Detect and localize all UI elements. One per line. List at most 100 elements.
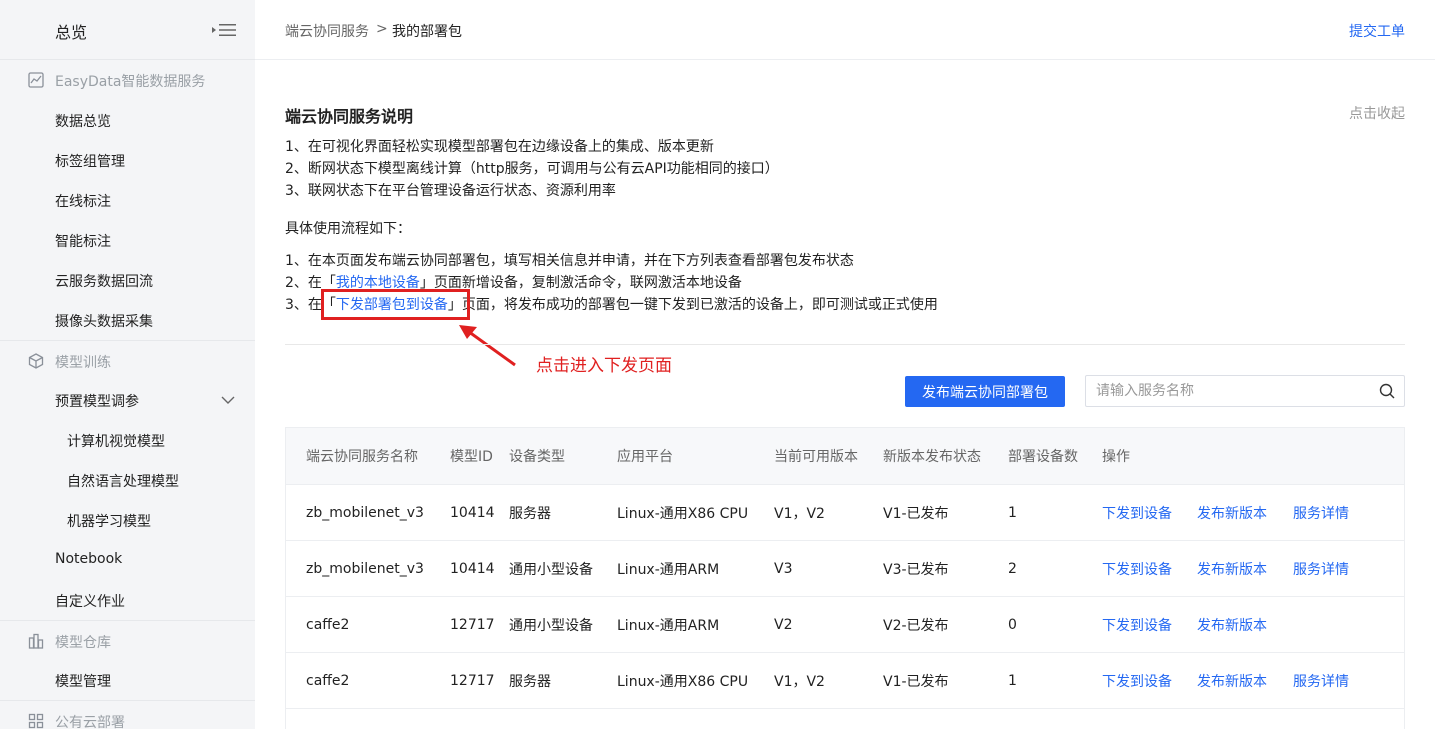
service-search-input[interactable] xyxy=(1096,382,1366,400)
publish-new-version-button[interactable]: 发布新版本 xyxy=(1197,671,1267,691)
column-header: 应用平台 xyxy=(617,449,673,465)
table-row: zb_mobilenet_v3 10414 服务器 Linux-通用X86 CP… xyxy=(286,485,1404,541)
sidebar-title[interactable]: 总览 xyxy=(55,19,87,43)
sidebar-item-notebook[interactable]: Notebook xyxy=(0,540,255,580)
sidebar-item-smart-annotation[interactable]: 智能标注 xyxy=(0,220,255,260)
feature-line-2: 2、断网状态下模型离线计算（http服务，可调用与公有云API功能相同的接口） xyxy=(285,161,779,177)
annotation-text: 点击进入下发页面 xyxy=(536,356,672,376)
cell-model-id: 12717 xyxy=(450,672,495,689)
cell-platform: Linux-通用ARM xyxy=(617,617,720,634)
column-header: 设备类型 xyxy=(509,449,565,465)
flow-title: 具体使用流程如下： xyxy=(285,221,411,237)
flow-step-1: 1、在本页面发布端云协同部署包，填写相关信息并申请，并在下方列表查看部署包发布状… xyxy=(285,253,854,269)
publish-new-version-button[interactable]: 发布新版本 xyxy=(1197,559,1267,579)
cell-service-name: zb_mobilenet_v3 xyxy=(306,504,424,521)
sidebar-item-camera-collect[interactable]: 摄像头数据采集 xyxy=(0,300,255,340)
sidebar-group-label: 模型仓库 xyxy=(55,635,111,651)
deploy-to-device-button[interactable]: 下发到设备 xyxy=(1102,615,1172,635)
sidebar-item-custom-job[interactable]: 自定义作业 xyxy=(0,580,255,620)
annotation-arrow-icon xyxy=(459,325,516,367)
cell-status: V2-已发布 xyxy=(883,617,949,634)
cell-device-count: 0 xyxy=(1008,616,1017,633)
cell-version: V2 xyxy=(774,616,793,633)
breadcrumb-separator: > xyxy=(376,21,388,37)
cloud-deploy-icon xyxy=(28,713,44,729)
publish-new-version-button[interactable]: 发布新版本 xyxy=(1197,503,1267,523)
sidebar-header: 总览 xyxy=(0,0,255,60)
feature-line-1: 1、在可视化界面轻松实现模型部署包在边缘设备上的集成、版本更新 xyxy=(285,139,714,155)
cell-status: V1-已发布 xyxy=(883,505,949,522)
sidebar-item-ml-model[interactable]: 机器学习模型 xyxy=(0,500,255,540)
intro-title: 端云协同服务说明 xyxy=(285,107,414,126)
cell-platform: Linux-通用ARM xyxy=(617,561,720,578)
table-row: zb_mobilenet_v3 10414 通用小型设备 Linux-通用ARM… xyxy=(286,541,1404,597)
column-header: 端云协同服务名称 xyxy=(306,449,418,465)
sidebar: 总览 EasyData智能数据服务 数据总览 标签组管理 在线标注 智能标注 云… xyxy=(0,0,255,729)
cell-version: V1，V2 xyxy=(774,673,825,690)
column-header: 模型ID xyxy=(450,449,493,465)
column-header: 当前可用版本 xyxy=(774,449,858,465)
sidebar-item-nlp-model[interactable]: 自然语言处理模型 xyxy=(0,460,255,500)
cell-status: V3-已发布 xyxy=(883,561,949,578)
sidebar-group-easydata[interactable]: EasyData智能数据服务 xyxy=(0,60,255,100)
sidebar-item-preset-tuning[interactable]: 预置模型调参 xyxy=(0,380,255,420)
sidebar-group-label: EasyData智能数据服务 xyxy=(55,74,206,90)
cell-version: V1，V2 xyxy=(774,505,825,522)
sidebar-item-label-group[interactable]: 标签组管理 xyxy=(0,140,255,180)
sidebar-item-data-return[interactable]: 云服务数据回流 xyxy=(0,260,255,300)
deploy-to-device-button[interactable]: 下发到设备 xyxy=(1102,559,1172,579)
cell-service-name: caffe2 xyxy=(306,616,350,633)
sidebar-item-model-management[interactable]: 模型管理 xyxy=(0,660,255,700)
sidebar-item-cv-model[interactable]: 计算机视觉模型 xyxy=(0,420,255,460)
sidebar-group-training[interactable]: 模型训练 xyxy=(0,340,255,380)
search-icon[interactable] xyxy=(1379,383,1395,399)
cell-version: V3 xyxy=(774,560,793,577)
feature-line-3: 3、联网状态下在平台管理设备运行状态、资源利用率 xyxy=(285,183,616,199)
top-bar: 端云协同服务 > 我的部署包 提交工单 xyxy=(255,0,1435,60)
cell-model-id: 10414 xyxy=(450,560,495,577)
cell-device-count: 1 xyxy=(1008,672,1017,689)
warehouse-icon xyxy=(28,633,44,649)
deploy-to-device-button[interactable]: 下发到设备 xyxy=(1102,671,1172,691)
main-content: 端云协同服务 > 我的部署包 提交工单 端云协同服务说明 点击收起 1、在可视化… xyxy=(255,0,1435,729)
table-header: 端云协同服务名称 模型ID 设备类型 应用平台 当前可用版本 新版本发布状态 部… xyxy=(286,428,1404,485)
breadcrumb-current: 我的部署包 xyxy=(392,24,462,40)
deploy-to-device-button[interactable]: 下发到设备 xyxy=(1102,503,1172,523)
cube-icon xyxy=(28,353,44,369)
service-details-button[interactable]: 服务详情 xyxy=(1293,503,1349,523)
cell-device-type: 通用小型设备 xyxy=(509,561,593,578)
cell-platform: Linux-通用X86 CPU xyxy=(617,505,749,522)
breadcrumb-parent[interactable]: 端云协同服务 xyxy=(285,21,369,41)
sidebar-group-model-repo[interactable]: 模型仓库 xyxy=(0,620,255,660)
service-details-button[interactable]: 服务详情 xyxy=(1293,671,1349,691)
sidebar-group-label: 公有云部署 xyxy=(55,715,125,729)
table-row xyxy=(286,709,1404,729)
cell-device-type: 通用小型设备 xyxy=(509,617,593,634)
column-header: 部署设备数 xyxy=(1008,449,1078,465)
cell-platform: Linux-通用X86 CPU xyxy=(617,673,749,690)
service-details-button[interactable]: 服务详情 xyxy=(1293,559,1349,579)
table-row: caffe2 12717 通用小型设备 Linux-通用ARM V2 V2-已发… xyxy=(286,597,1404,653)
publish-package-button[interactable]: 发布端云协同部署包 xyxy=(905,376,1065,407)
cell-device-type: 服务器 xyxy=(509,673,551,690)
cell-device-count: 1 xyxy=(1008,504,1017,521)
cell-model-id: 12717 xyxy=(450,616,495,633)
collapse-menu-icon[interactable] xyxy=(212,22,236,38)
step3-suffix: 」页面，将发布成功的部署包一键下发到已激活的设备上，即可测试或正式使用 xyxy=(447,297,938,313)
column-header: 操作 xyxy=(1102,449,1130,465)
sidebar-item-data-overview[interactable]: 数据总览 xyxy=(0,100,255,140)
cell-service-name: zb_mobilenet_v3 xyxy=(306,560,424,577)
table-row: caffe2 12717 服务器 Linux-通用X86 CPU V1，V2 V… xyxy=(286,653,1404,709)
sidebar-group-cloud-deploy[interactable]: 公有云部署 xyxy=(0,700,255,729)
submit-ticket-link[interactable]: 提交工单 xyxy=(1349,21,1405,41)
highlight-box xyxy=(321,289,470,320)
section-divider xyxy=(285,344,1405,345)
publish-new-version-button[interactable]: 发布新版本 xyxy=(1197,615,1267,635)
column-header: 新版本发布状态 xyxy=(883,449,981,465)
chevron-down-icon xyxy=(221,396,235,404)
deploy-package-table: 端云协同服务名称 模型ID 设备类型 应用平台 当前可用版本 新版本发布状态 部… xyxy=(285,427,1405,729)
sidebar-item-online-annotation[interactable]: 在线标注 xyxy=(0,180,255,220)
sidebar-group-label: 模型训练 xyxy=(55,355,111,371)
cell-service-name: caffe2 xyxy=(306,672,350,689)
collapse-intro-link[interactable]: 点击收起 xyxy=(1349,103,1405,123)
